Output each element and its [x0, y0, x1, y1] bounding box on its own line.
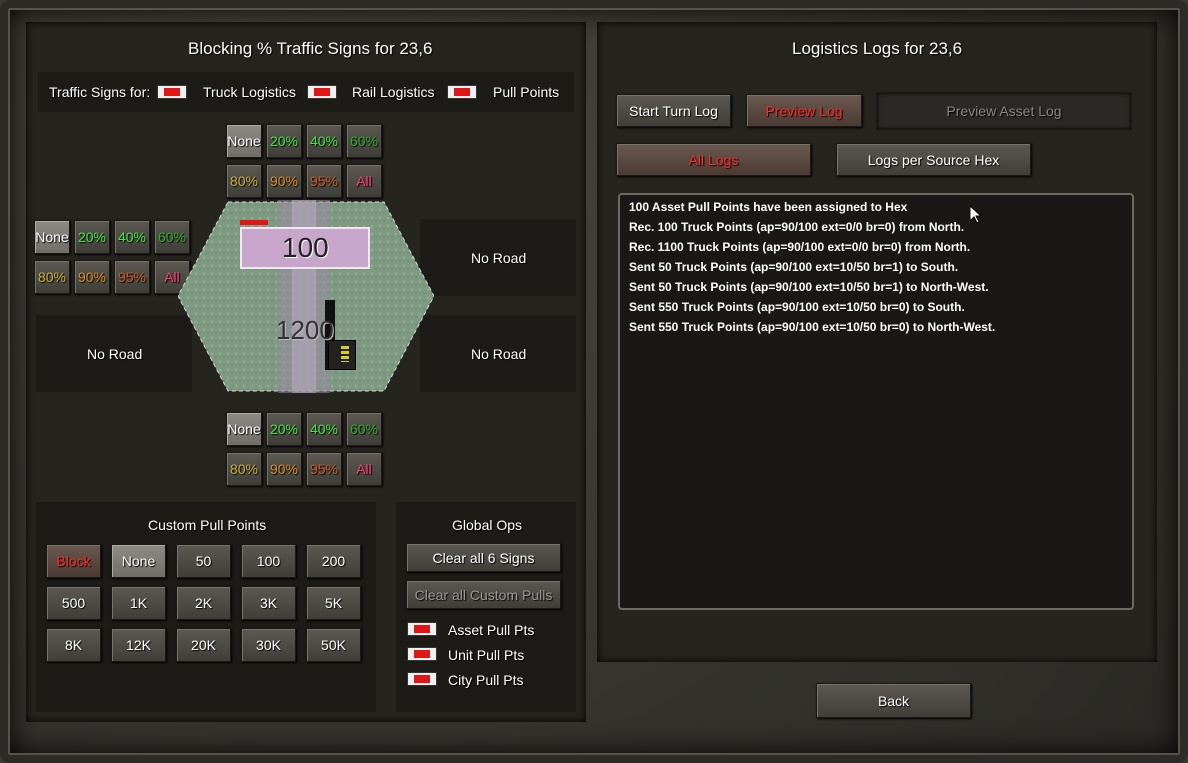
- south-sign-20[interactable]: 20%: [266, 412, 302, 446]
- log-line: Rec. 1100 Truck Points (ap=90/100 ext=0/…: [629, 240, 971, 254]
- unit-stripes-icon: [341, 346, 349, 362]
- pull-block-button[interactable]: Block: [46, 544, 101, 578]
- unit-pull-label: Unit Pull Pts: [448, 647, 525, 663]
- pull-12k-button[interactable]: 12K: [111, 628, 166, 662]
- northwest-sign-20[interactable]: 20%: [74, 220, 110, 254]
- pull-1k-button[interactable]: 1K: [111, 586, 166, 620]
- southwest-no-road-label: No Road: [87, 346, 143, 362]
- logistics-logs-title: Logistics Logs for 23,6: [792, 39, 963, 58]
- pull-50k-button[interactable]: 50K: [306, 628, 361, 662]
- log-line: 100 Asset Pull Points have been assigned…: [629, 200, 908, 214]
- pull-2k-button[interactable]: 2K: [176, 586, 231, 620]
- log-text-area[interactable]: 100 Asset Pull Points have been assigned…: [618, 193, 1134, 610]
- clear-all-custom-pulls-button[interactable]: Clear all Custom Pulls: [406, 580, 561, 609]
- all-logs-button[interactable]: All Logs: [616, 143, 811, 176]
- pull-points-label: Pull Points: [493, 84, 560, 100]
- preview-asset-log-button[interactable]: Preview Asset Log: [876, 92, 1132, 130]
- pull-200-button[interactable]: 200: [306, 544, 361, 578]
- north-sign-none[interactable]: None: [226, 124, 262, 158]
- pull-50-button[interactable]: 50: [176, 544, 231, 578]
- global-ops-title: Global Ops: [452, 517, 523, 533]
- pull-none-button[interactable]: None: [111, 544, 166, 578]
- start-turn-log-button[interactable]: Start Turn Log: [616, 94, 731, 127]
- northwest-sign-90[interactable]: 90%: [74, 260, 110, 294]
- truck-logistics-flag-icon: [157, 85, 187, 99]
- south-sign-95[interactable]: 95%: [306, 452, 342, 486]
- log-line: Sent 50 Truck Points (ap=90/100 ext=10/5…: [629, 280, 989, 294]
- northeast-no-road-label: No Road: [471, 250, 527, 266]
- north-sign-40[interactable]: 40%: [306, 124, 342, 158]
- pull-30k-button[interactable]: 30K: [241, 628, 296, 662]
- preview-log-button[interactable]: Preview Log: [746, 94, 862, 127]
- pull-20k-button[interactable]: 20K: [176, 628, 231, 662]
- back-button[interactable]: Back: [816, 683, 971, 718]
- unit-pull-flag-icon: [407, 647, 437, 661]
- log-line: Sent 550 Truck Points (ap=90/100 ext=10/…: [629, 300, 965, 314]
- southeast-no-road-label: No Road: [471, 346, 527, 362]
- south-sign-all[interactable]: All: [346, 452, 382, 486]
- logs-per-source-hex-button[interactable]: Logs per Source Hex: [836, 143, 1031, 176]
- south-sign-80[interactable]: 80%: [226, 452, 262, 486]
- hex-bottom-value: 1200: [276, 315, 334, 345]
- rail-logistics-flag-icon: [307, 85, 337, 99]
- northwest-sign-80[interactable]: 80%: [34, 260, 70, 294]
- north-sign-95[interactable]: 95%: [306, 164, 342, 198]
- clear-all-signs-button[interactable]: Clear all 6 Signs: [406, 543, 561, 572]
- hex-top-value: 100: [282, 232, 329, 263]
- south-sign-none[interactable]: None: [226, 412, 262, 446]
- rail-logistics-label: Rail Logistics: [352, 84, 435, 100]
- log-line: Sent 550 Truck Points (ap=90/100 ext=10/…: [629, 320, 996, 334]
- pull-100-button[interactable]: 100: [241, 544, 296, 578]
- log-line: Rec. 100 Truck Points (ap=90/100 ext=0/0…: [629, 220, 965, 234]
- asset-pull-label: Asset Pull Pts: [448, 622, 535, 638]
- south-sign-60[interactable]: 60%: [346, 412, 382, 446]
- custom-pull-title: Custom Pull Points: [148, 517, 267, 533]
- pull-3k-button[interactable]: 3K: [241, 586, 296, 620]
- north-sign-90[interactable]: 90%: [266, 164, 302, 198]
- pull-500-button[interactable]: 500: [46, 586, 101, 620]
- traffic-signs-title: Blocking % Traffic Signs for 23,6: [188, 39, 433, 58]
- north-sign-all[interactable]: All: [346, 164, 382, 198]
- asset-pull-flag-icon: [407, 622, 437, 636]
- truck-logistics-label: Truck Logistics: [203, 84, 296, 100]
- northwest-sign-none[interactable]: None: [34, 220, 70, 254]
- city-pull-flag-icon: [407, 672, 437, 686]
- north-sign-60[interactable]: 60%: [346, 124, 382, 158]
- northwest-sign-40[interactable]: 40%: [114, 220, 150, 254]
- south-sign-90[interactable]: 90%: [266, 452, 302, 486]
- mouse-cursor-icon: [970, 206, 982, 224]
- city-pull-label: City Pull Pts: [448, 672, 524, 688]
- pull-5k-button[interactable]: 5K: [306, 586, 361, 620]
- pull-points-flag-icon: [447, 85, 477, 99]
- north-sign-80[interactable]: 80%: [226, 164, 262, 198]
- south-sign-40[interactable]: 40%: [306, 412, 342, 446]
- signs-for-label: Traffic Signs for:: [49, 84, 151, 100]
- pull-8k-button[interactable]: 8K: [46, 628, 101, 662]
- northwest-sign-95[interactable]: 95%: [114, 260, 150, 294]
- north-sign-20[interactable]: 20%: [266, 124, 302, 158]
- log-line: Sent 50 Truck Points (ap=90/100 ext=10/5…: [629, 260, 959, 274]
